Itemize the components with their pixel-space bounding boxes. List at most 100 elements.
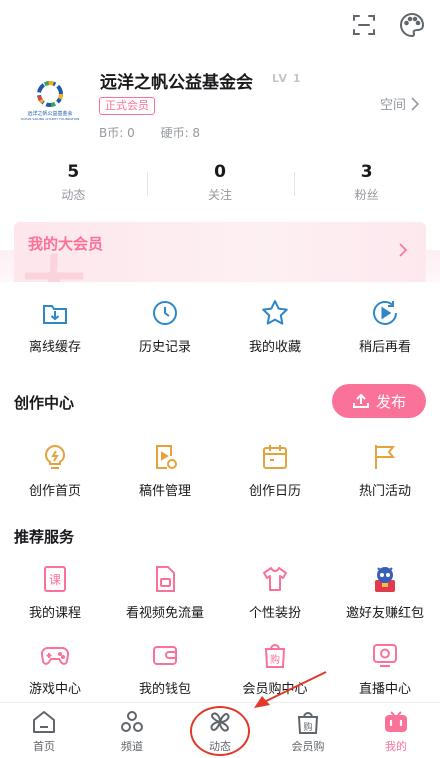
divider [147,172,148,196]
shopping-bag-icon: 购 [297,712,319,734]
course-icon: 课 [44,566,66,592]
grid-label: 我的收藏 [248,340,301,355]
grid-label: 创作首页 [28,484,81,499]
stat-number: 0 [214,162,226,182]
stat-label: 粉丝 [354,188,379,202]
grid-label: 热门活动 [358,484,411,499]
free-data-button[interactable]: 看视频免流量 [110,564,220,621]
grid-label: 稍后再看 [358,340,411,355]
game-center-button[interactable]: 游戏中心 [0,640,110,697]
tab-home[interactable]: 首页 [0,703,88,758]
services-grid-row2: 游戏中心 我的钱包 购 会员购中心 直播中心 [0,640,440,697]
clock-icon [153,301,177,325]
history-button[interactable]: 历史记录 [110,298,220,355]
invite-mascot-icon [375,567,395,592]
stat-label: 关注 [208,188,233,202]
stat-label: 动态 [61,188,86,202]
tab-label: 频道 [121,740,143,753]
grid-label: 创作日历 [248,484,301,499]
tshirt-icon [263,567,287,591]
shopping-bag-icon: 购 [264,644,286,668]
invite-friends-button[interactable]: 邀好友赚红包 [330,564,440,621]
stats-row: 5 动态 0 关注 3 粉丝 [0,162,440,212]
grid-label: 离线缓存 [28,340,81,355]
live-tv-icon [373,644,397,667]
stat-number: 3 [360,162,373,182]
stat-number: 5 [67,162,80,182]
grid-label: 游戏中心 [28,682,81,697]
foundation-logo-icon [37,80,63,107]
watch-later-icon [373,300,397,325]
svg-text:课: 课 [49,573,61,587]
my-courses-button[interactable]: 课 我的课程 [0,564,110,621]
watch-later-button[interactable]: 稍后再看 [330,298,440,355]
creation-grid: 创作首页 稿件管理 创作日历 热门活动 [0,442,440,499]
quick-actions: 离线缓存 历史记录 我的收藏 稍后再看 [0,298,440,355]
hot-events-button[interactable]: 热门活动 [330,442,440,499]
chevron-right-icon [411,96,420,111]
hard-coin-count: 硬币: 8 [160,126,201,140]
services-title: 推荐服务 [14,528,75,546]
creation-calendar-button[interactable]: 创作日历 [220,442,330,499]
star-icon [262,300,288,325]
svg-text:购: 购 [303,721,312,733]
home-icon [33,711,55,733]
offline-cache-button[interactable]: 离线缓存 [0,298,110,355]
manuscript-icon [156,445,177,469]
big-vip-title: 我的大会员 [28,235,104,253]
services-grid-row1: 课 我的课程 看视频免流量 个性装扮 邀好友赚红包 [0,564,440,621]
level-badge: LV 1 [272,72,302,85]
space-link[interactable]: 空间 [380,94,420,113]
scan-icon[interactable] [350,11,378,39]
grid-label: 稿件管理 [138,484,191,499]
stat-dynamics[interactable]: 5 动态 [0,162,147,212]
tab-label: 首页 [33,740,55,753]
grid-label: 历史记录 [138,340,191,355]
grid-label: 看视频免流量 [125,606,204,621]
wallet-icon [153,646,177,665]
channel-icon [121,711,143,732]
grid-label: 我的课程 [28,606,81,621]
avatar[interactable]: 远洋之帆公益基金会 OCEAN SAILING CHARITY FOUNDATI… [20,70,80,130]
manuscript-manage-button[interactable]: 稿件管理 [110,442,220,499]
creation-center-title: 创作中心 [14,394,75,412]
live-center-button[interactable]: 直播中心 [330,640,440,697]
wallet-button[interactable]: 我的钱包 [110,640,220,697]
gamepad-icon [40,646,70,665]
favorites-button[interactable]: 我的收藏 [220,298,330,355]
grid-label: 直播中心 [358,682,411,697]
publish-label: 发布 [375,392,406,411]
stat-following[interactable]: 0 关注 [147,162,294,212]
creation-home-button[interactable]: 创作首页 [0,442,110,499]
stat-fans[interactable]: 3 粉丝 [293,162,440,212]
chevron-right-icon [399,243,408,257]
lightbulb-icon [44,445,66,469]
big-vip-banner[interactable]: 大 我的大会员 [14,222,426,282]
svg-text:购: 购 [270,653,280,666]
grid-label: 邀好友赚红包 [345,606,424,621]
annotation-arrow-icon [254,671,327,708]
palette-icon[interactable] [398,11,426,39]
tab-label: 我的 [385,740,407,753]
b-coin-count: B币: 0 [99,126,135,140]
space-label: 空间 [379,98,406,113]
tab-channel[interactable]: 频道 [88,703,176,758]
decoration-button[interactable]: 个性装扮 [220,564,330,621]
grid-label: 个性装扮 [248,606,301,621]
download-folder-icon [43,305,67,324]
publish-button[interactable]: 发布 [332,384,426,418]
coin-info: B币: 0 硬币: 8 [99,124,222,141]
profile-header: 远洋之帆公益基金会 OCEAN SAILING CHARITY FOUNDATI… [0,60,440,150]
calendar-icon [263,445,287,469]
annotation-circle [190,706,250,756]
tab-mine[interactable]: 我的 [352,703,440,758]
top-bar [0,0,440,52]
logo-text: 远洋之帆公益基金会 [27,110,73,117]
sim-card-icon [156,566,175,592]
logo-subtext: OCEAN SAILING CHARITY FOUNDATION [20,116,80,121]
flag-icon [375,445,396,469]
vip-status-badge[interactable]: 正式会员 [99,97,155,115]
username[interactable]: 远洋之帆公益基金会 [100,68,253,93]
tab-label: 会员购 [291,740,325,753]
tv-mine-icon [385,711,407,732]
